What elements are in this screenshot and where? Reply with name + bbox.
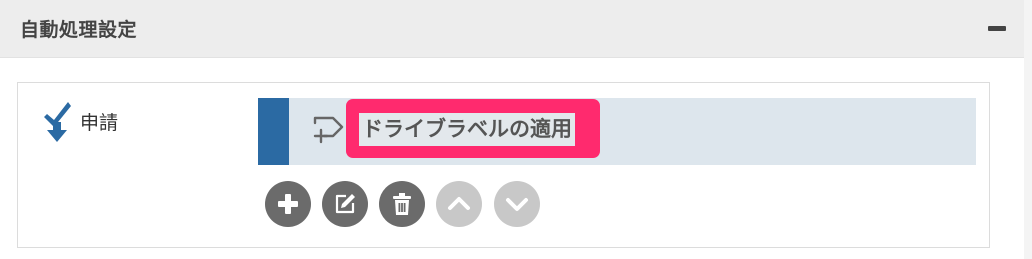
delete-button[interactable] — [379, 181, 425, 227]
move-down-button[interactable] — [494, 181, 540, 227]
action-accent-bar — [258, 98, 289, 165]
move-up-button[interactable] — [436, 181, 482, 227]
item-label: 申請 — [80, 112, 119, 134]
panel-header: 自動処理設定 — [0, 0, 1024, 58]
flow-add-icon — [313, 116, 344, 144]
plus-icon — [278, 194, 298, 214]
edit-icon — [335, 194, 355, 214]
add-button[interactable] — [265, 181, 311, 227]
check-down-arrow-icon — [44, 102, 71, 142]
edit-button[interactable] — [322, 181, 368, 227]
trash-icon — [393, 193, 411, 215]
panel-title: 自動処理設定 — [20, 19, 138, 41]
chevron-down-icon — [506, 198, 528, 211]
action-label[interactable]: ドライブラベルの適用 — [359, 113, 575, 146]
scrollbar[interactable] — [1024, 0, 1032, 259]
chevron-up-icon — [448, 197, 470, 210]
minus-icon[interactable] — [988, 26, 1006, 31]
